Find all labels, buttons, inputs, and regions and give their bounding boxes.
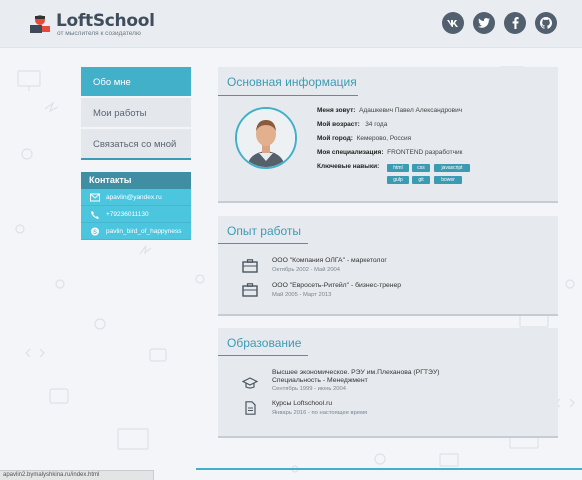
skill-tag: html bbox=[387, 164, 409, 172]
education-item-title: Высшее экономическое. РЭУ им.Плеханова (… bbox=[272, 369, 440, 376]
nav-item-about[interactable]: Обо мне bbox=[81, 67, 191, 98]
experience-item-period: Октябрь 2002 - Май 2004 bbox=[272, 267, 340, 273]
contact-phone[interactable]: +79236011130 bbox=[81, 206, 191, 223]
contact-skype[interactable]: S pavlin_bird_of_happyness bbox=[81, 223, 191, 240]
city-label: Мой город: bbox=[317, 135, 353, 142]
age-label: Мой возраст: bbox=[317, 121, 360, 128]
logo[interactable]: LoftSchool от мыслителя к созидателю bbox=[29, 11, 155, 39]
phone-icon bbox=[91, 211, 99, 219]
nav-item-contact[interactable]: Связаться со мной bbox=[81, 129, 191, 160]
vk-icon[interactable] bbox=[442, 12, 464, 34]
svg-text:S: S bbox=[93, 230, 97, 236]
logo-tagline: от мыслителя к созидателю bbox=[57, 30, 141, 37]
skill-tag: gulp bbox=[387, 176, 409, 184]
experience-item-title: ООО "Евросеть-Ритейл" - бизнес-тренер bbox=[272, 282, 402, 289]
mail-icon bbox=[90, 193, 100, 202]
education-item-period: Январь 2016 - по настоящее время bbox=[272, 410, 368, 416]
education-item-subtitle: Специальность - Менеджмент bbox=[272, 377, 368, 384]
facebook-icon[interactable] bbox=[504, 12, 526, 34]
name-value: Адашкевич Павел Александрович bbox=[359, 107, 463, 114]
browser-status-bar: apavlin2.bymalyshkina.ru/index.html bbox=[0, 470, 154, 480]
github-icon[interactable] bbox=[535, 12, 557, 34]
card-bottom-border bbox=[218, 314, 558, 316]
footer-accent-line bbox=[196, 468, 582, 470]
experience-title: Опыт работы bbox=[227, 224, 302, 238]
spec-value: FRONTEND разработчик bbox=[387, 149, 463, 156]
title-underline bbox=[218, 95, 358, 96]
nav-item-works[interactable]: Мои работы bbox=[81, 98, 191, 129]
briefcase-icon bbox=[242, 283, 258, 297]
skill-tag: bower bbox=[434, 176, 462, 184]
contacts-title: Контакты bbox=[81, 172, 191, 189]
skills-label: Ключевые навыки: bbox=[317, 163, 380, 170]
skill-tag: javascript bbox=[434, 164, 470, 172]
contact-phone-text: +79236011130 bbox=[106, 211, 149, 218]
document-icon bbox=[245, 401, 256, 415]
experience-card: Опыт работы ООО "Компания ОЛГА" - маркет… bbox=[218, 216, 558, 316]
page-header: LoftSchool от мыслителя к созидателю bbox=[0, 0, 582, 48]
basic-info-title: Основная информация bbox=[227, 75, 357, 89]
card-bottom-border bbox=[218, 201, 558, 203]
title-underline bbox=[218, 243, 308, 244]
avatar bbox=[235, 107, 297, 169]
contact-email-text: apavlin@yandex.ru bbox=[106, 194, 162, 201]
education-card: Образование Высшее экономическое. РЭУ им… bbox=[218, 328, 558, 438]
age-value: 34 года bbox=[365, 121, 388, 128]
education-title: Образование bbox=[227, 336, 302, 350]
skype-icon: S bbox=[91, 227, 99, 236]
experience-item-period: Май 2005 - Март 2013 bbox=[272, 292, 332, 298]
experience-item-title: ООО "Компания ОЛГА" - маркетолог bbox=[272, 257, 387, 264]
twitter-icon[interactable] bbox=[473, 12, 495, 34]
social-links bbox=[442, 12, 557, 34]
contact-skype-text: pavlin_bird_of_happyness bbox=[106, 228, 182, 235]
logo-text: LoftSchool bbox=[56, 11, 155, 31]
skill-tag: css bbox=[412, 164, 430, 172]
title-underline bbox=[218, 355, 308, 356]
logo-icon bbox=[30, 15, 50, 33]
basic-info-card: Основная информация Меня зовут: Адашкеви… bbox=[218, 67, 558, 203]
city-value: Кемерово, Россия bbox=[356, 135, 412, 142]
briefcase-icon bbox=[242, 259, 258, 273]
education-item-title: Курсы Loftschool.ru bbox=[272, 400, 333, 407]
skill-tag: git bbox=[412, 176, 430, 184]
spec-label: Моя специализация: bbox=[317, 149, 384, 156]
graduation-cap-icon bbox=[242, 377, 258, 389]
sidebar-nav: Обо мне Мои работы Связаться со мной bbox=[81, 67, 191, 160]
education-item-period: Сентябрь 1999 - июнь 2004 bbox=[272, 386, 346, 392]
card-bottom-border bbox=[218, 436, 558, 438]
contacts-panel: Контакты apavlin@yandex.ru +79236011130 … bbox=[81, 172, 191, 240]
name-label: Меня зовут: bbox=[317, 107, 356, 114]
contact-email[interactable]: apavlin@yandex.ru bbox=[81, 189, 191, 206]
